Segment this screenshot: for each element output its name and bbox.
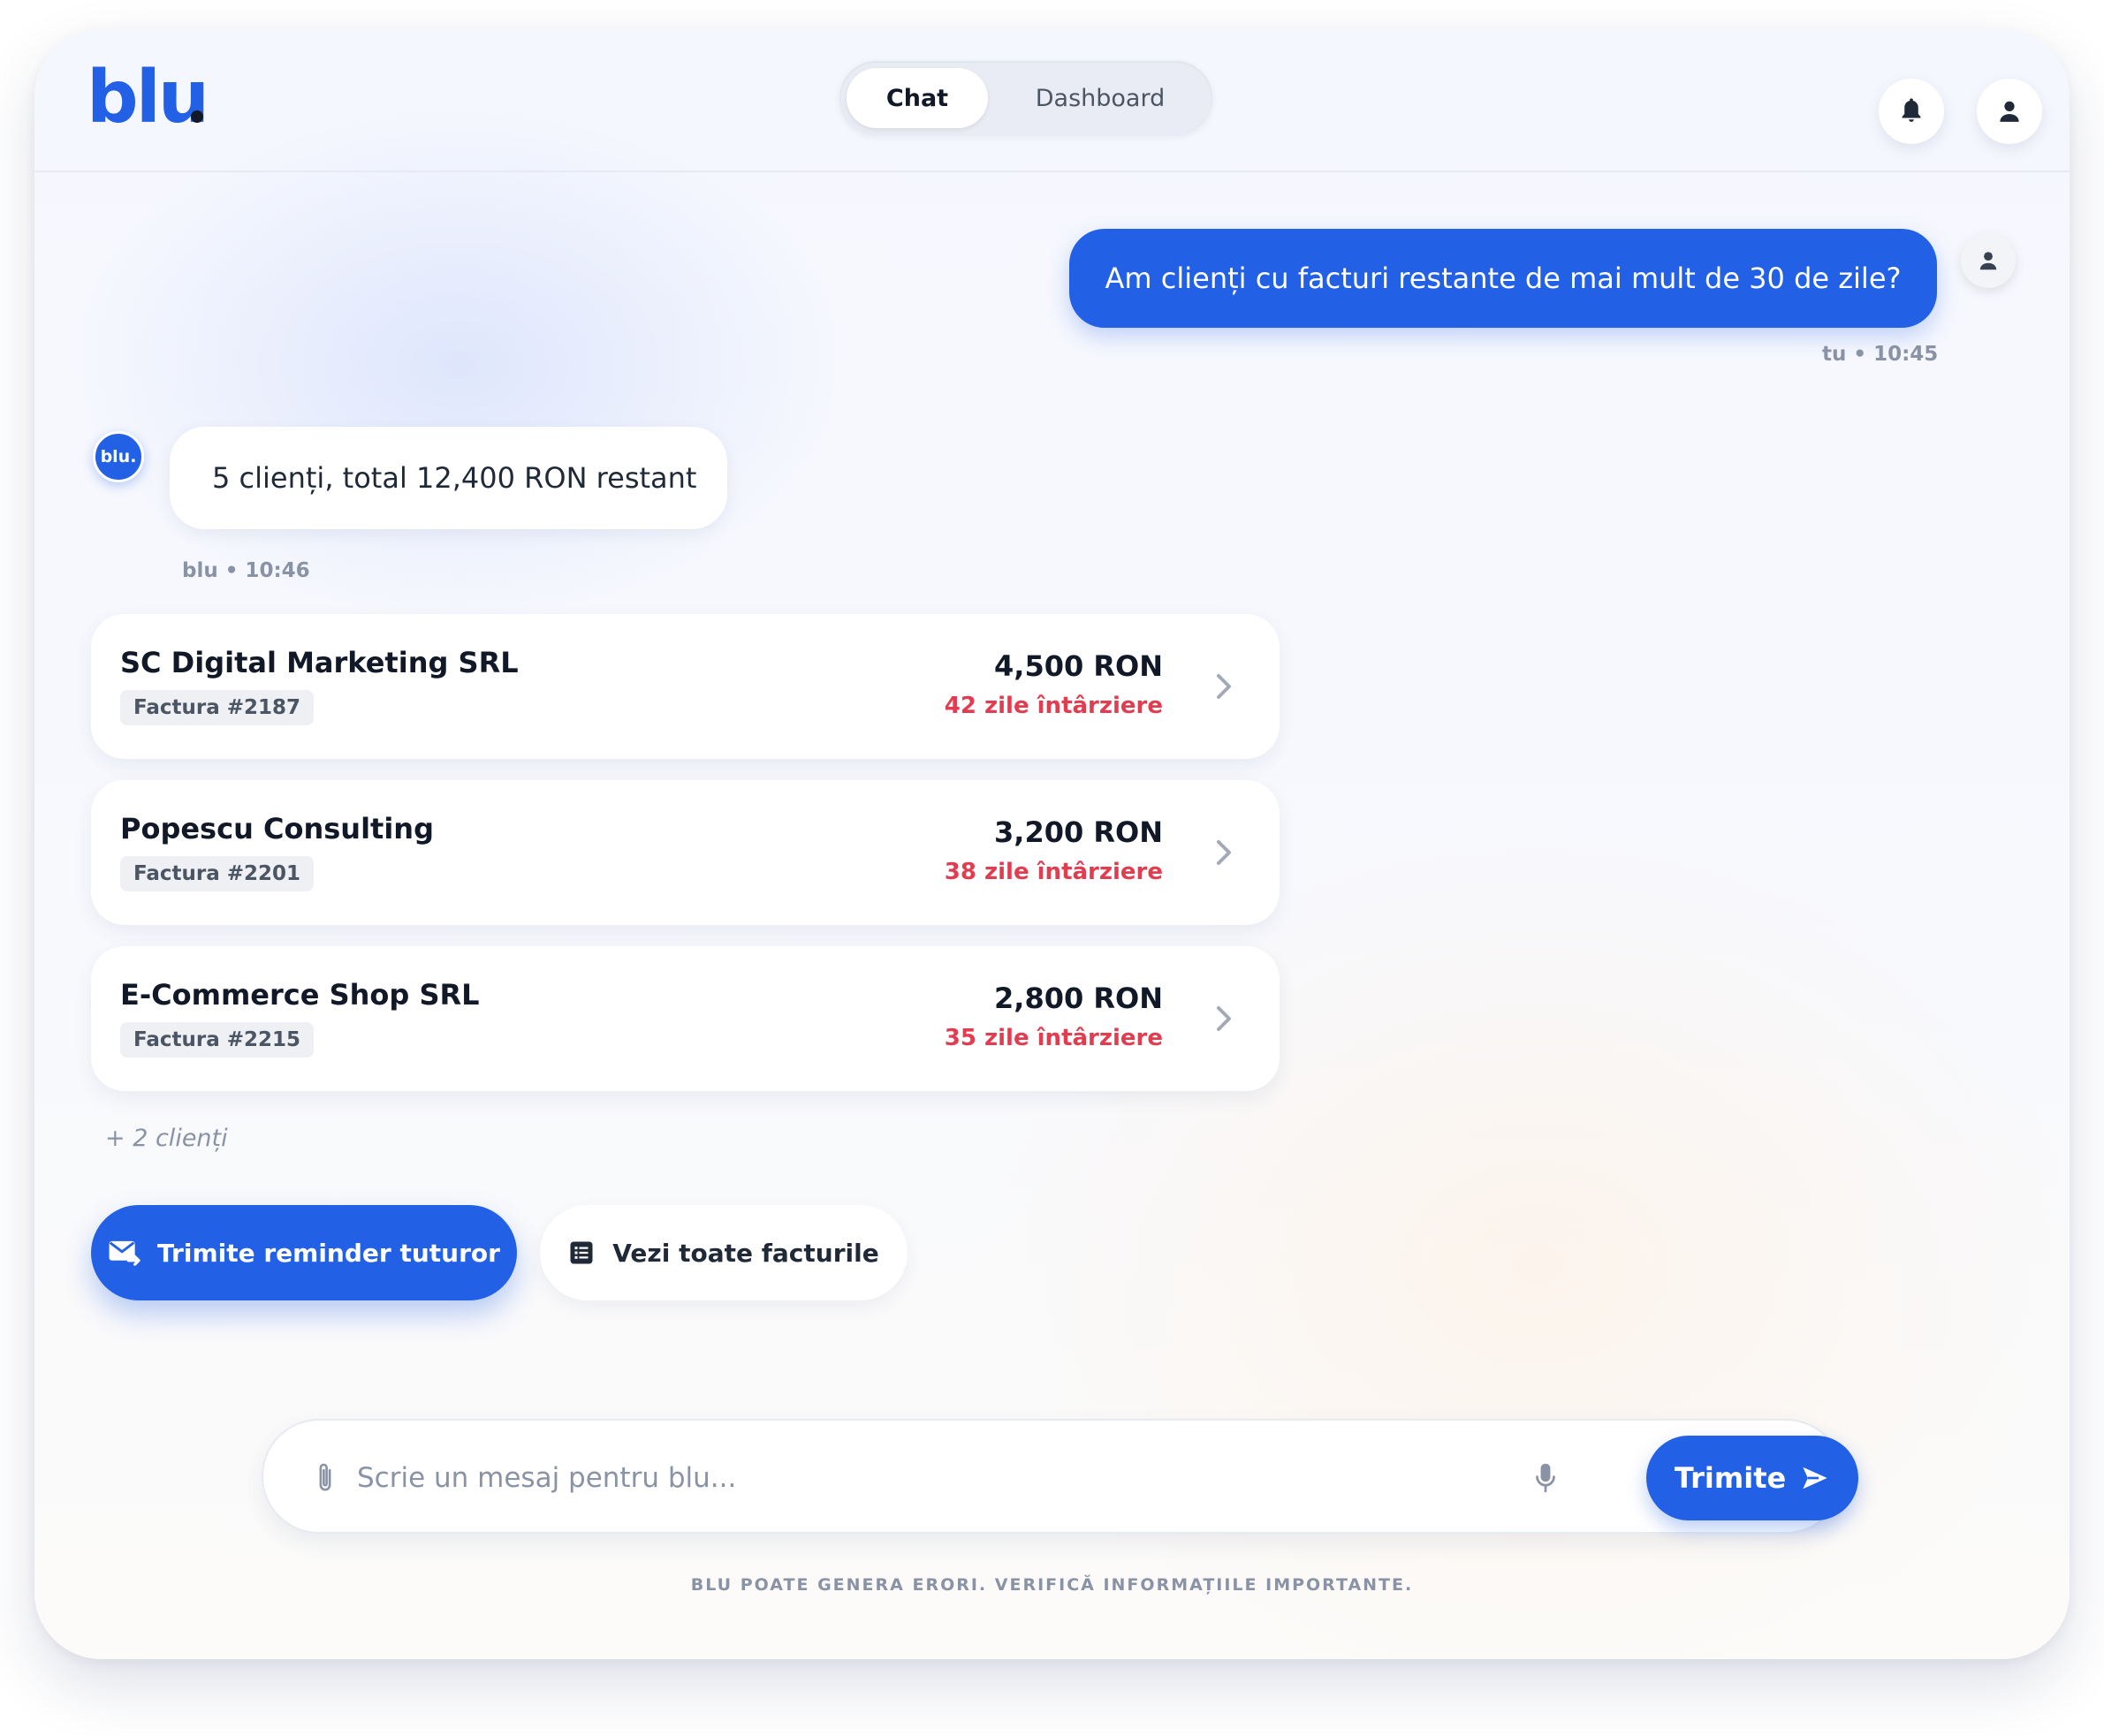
client-name: SC Digital Marketing SRL bbox=[120, 646, 519, 679]
more-clients-link[interactable]: + 2 clienți bbox=[105, 1125, 228, 1152]
app-window: blu Chat Dashboard Am clienți cu facturi… bbox=[34, 29, 2070, 1659]
top-bar: blu Chat Dashboard bbox=[34, 29, 2070, 172]
view-all-invoices-button[interactable]: Vezi toate facturile bbox=[540, 1205, 908, 1300]
message-composer: Trimite bbox=[262, 1419, 1858, 1534]
invoice-number-badge: Factura #2215 bbox=[120, 1022, 315, 1058]
paperclip-icon[interactable] bbox=[313, 1461, 338, 1495]
microphone-icon[interactable] bbox=[1534, 1461, 1557, 1495]
disclaimer-text: BLU POATE GENERA ERORI. VERIFICĂ INFORMA… bbox=[690, 1575, 1414, 1595]
view-switcher: Chat Dashboard bbox=[839, 61, 1212, 135]
overdue-days: 38 zile întârziere bbox=[944, 859, 1163, 885]
send-button[interactable]: Trimite bbox=[1646, 1436, 1858, 1520]
bot-avatar: blu. bbox=[93, 431, 144, 482]
invoice-number-badge: Factura #2201 bbox=[120, 856, 315, 891]
bell-icon bbox=[1902, 98, 1921, 122]
invoice-card[interactable]: SC Digital Marketing SRL Factura #2187 4… bbox=[91, 614, 1280, 759]
user-avatar bbox=[1961, 233, 2016, 288]
mail-send-icon bbox=[109, 1240, 141, 1266]
send-reminder-all-label: Trimite reminder tuturor bbox=[157, 1238, 500, 1268]
message-input[interactable] bbox=[357, 1447, 1506, 1509]
send-reminder-all-button[interactable]: Trimite reminder tuturor bbox=[91, 1205, 517, 1300]
invoice-amount: 2,800 RON bbox=[994, 982, 1163, 1015]
chevron-right-icon bbox=[1217, 840, 1231, 865]
bot-message-text: 5 clienți, total 12,400 RON restant bbox=[212, 461, 697, 495]
logo-dot bbox=[191, 110, 203, 123]
invoice-amount: 3,200 RON bbox=[994, 815, 1163, 849]
bot-message-bubble: 5 clienți, total 12,400 RON restant bbox=[170, 427, 727, 529]
user-icon bbox=[2000, 101, 2019, 122]
view-all-invoices-label: Vezi toate facturile bbox=[612, 1238, 879, 1268]
profile-button[interactable] bbox=[1977, 79, 2042, 144]
tab-chat[interactable]: Chat bbox=[847, 68, 988, 128]
tab-dashboard[interactable]: Dashboard bbox=[994, 68, 1206, 128]
list-icon bbox=[570, 1241, 593, 1264]
client-name: Popescu Consulting bbox=[120, 812, 434, 845]
invoice-card[interactable]: Popescu Consulting Factura #2201 3,200 R… bbox=[91, 780, 1280, 925]
bot-message-meta: blu • 10:46 bbox=[182, 559, 310, 582]
invoice-amount: 4,500 RON bbox=[994, 649, 1163, 683]
client-name: E-Commerce Shop SRL bbox=[120, 978, 480, 1012]
user-icon bbox=[1979, 252, 1997, 270]
overdue-days: 42 zile întârziere bbox=[944, 693, 1163, 719]
chevron-right-icon bbox=[1217, 674, 1231, 699]
user-message-meta: tu • 10:45 bbox=[1822, 343, 1939, 366]
send-button-label: Trimite bbox=[1674, 1461, 1787, 1495]
invoice-card[interactable]: E-Commerce Shop SRL Factura #2215 2,800 … bbox=[91, 946, 1280, 1091]
invoice-number-badge: Factura #2187 bbox=[120, 690, 315, 725]
user-message-bubble: Am clienți cu facturi restante de mai mu… bbox=[1069, 229, 1937, 328]
send-arrow-icon bbox=[1803, 1467, 1827, 1490]
overdue-days: 35 zile întârziere bbox=[944, 1025, 1163, 1051]
logo[interactable]: blu bbox=[87, 56, 209, 140]
notifications-button[interactable] bbox=[1879, 79, 1944, 144]
chevron-right-icon bbox=[1217, 1006, 1231, 1031]
